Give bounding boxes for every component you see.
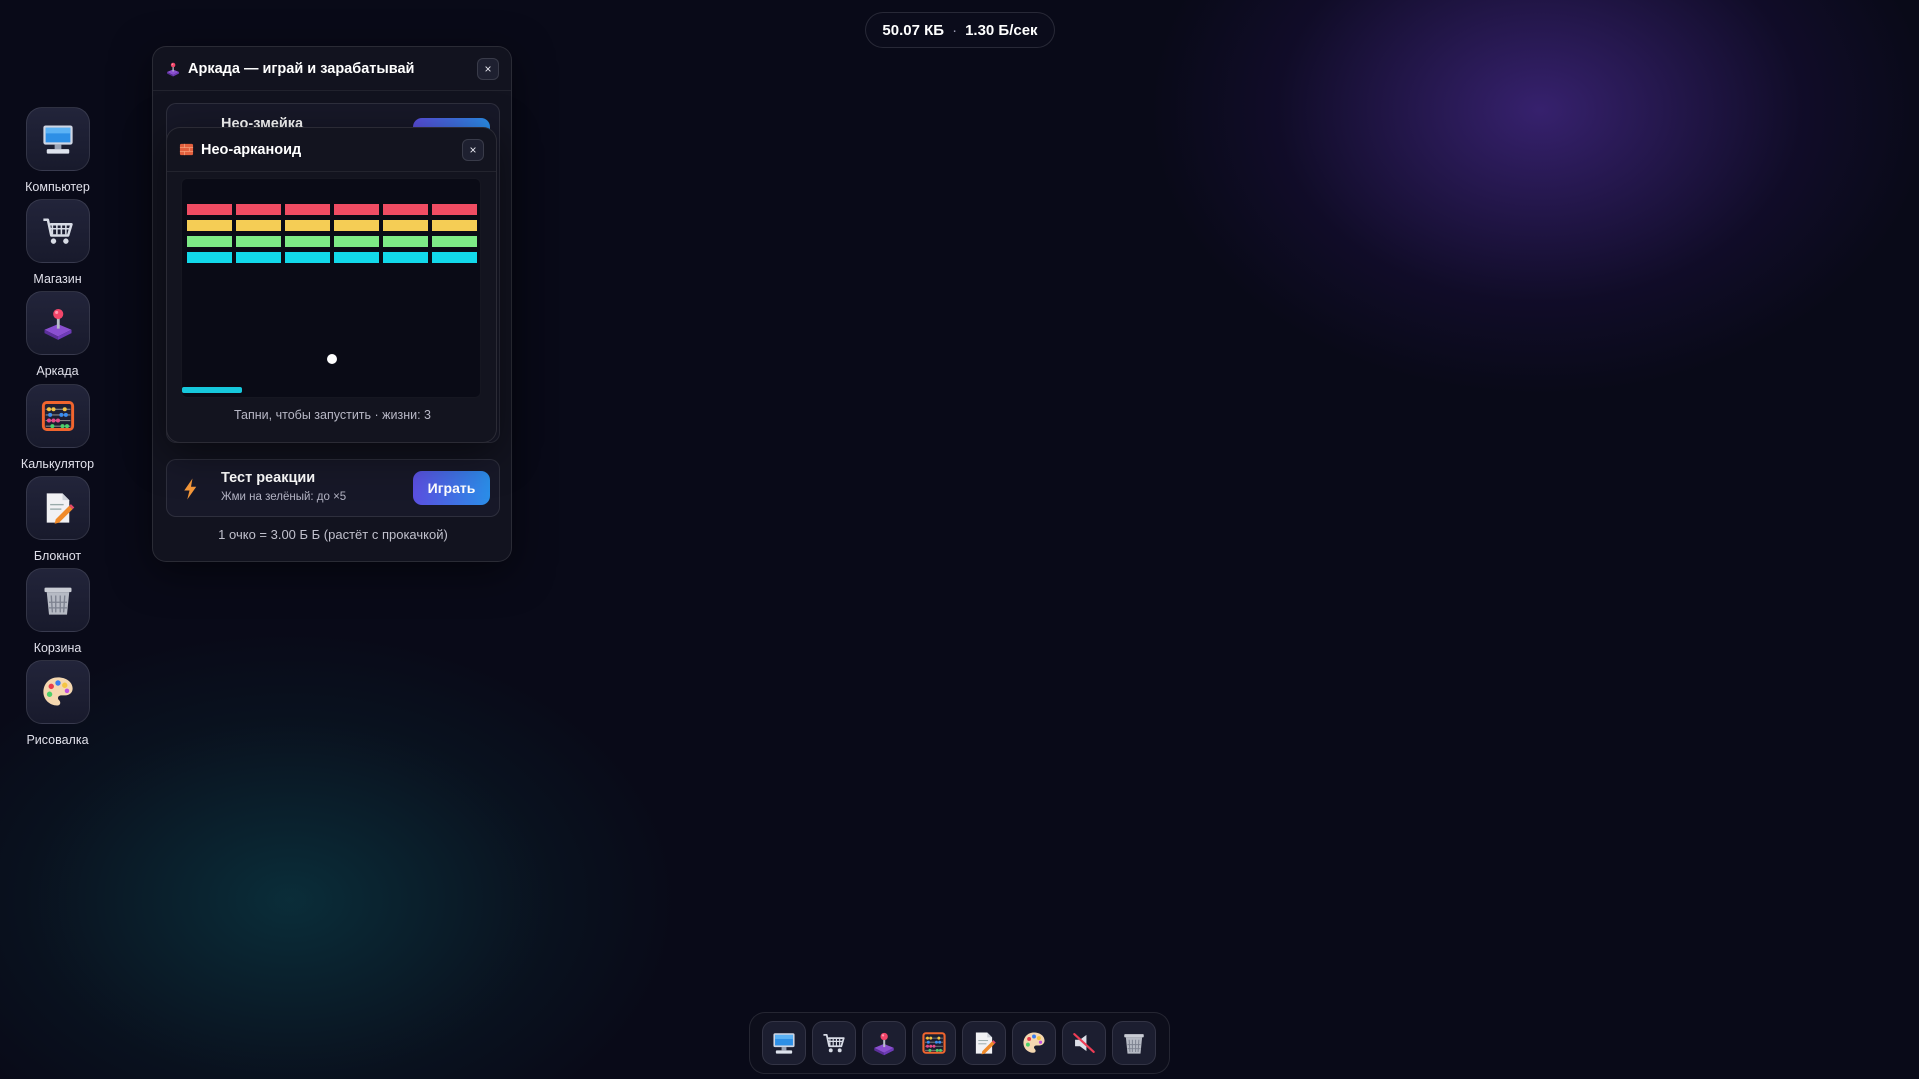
reaction-game-card: Тест реакции Жми на зелёный: до ×5 Играт… [166,459,500,517]
notepad-icon [25,476,90,540]
reaction-game-desc: Жми на зелёный: до ×5 [221,491,347,503]
desktop-icon-paint[interactable]: Рисовалка [10,660,105,747]
joystick-icon [165,61,181,77]
reaction-game-name: Тест реакции [221,470,316,486]
taskbar [749,1012,1170,1074]
brick [383,252,428,263]
brick [285,204,330,215]
arkanoid-window-titlebar[interactable]: Нео-арканоид × [167,128,496,172]
muted-speaker-icon [1071,1030,1097,1056]
palette-icon [1021,1030,1047,1056]
brick [383,220,428,231]
desktop-icon-calculator[interactable]: Калькулятор [10,384,105,471]
shopping-cart-icon [821,1030,847,1056]
arcade-window-titlebar[interactable]: Аркада — играй и зарабатывай × [153,47,511,91]
brick [236,204,281,215]
desktop-icon-label: Калькулятор [20,457,95,471]
brick [187,252,232,263]
desktop-icon-label: Корзина [33,641,82,655]
game-field[interactable] [181,178,481,398]
computer-icon [771,1030,797,1056]
reaction-play-button[interactable]: Играть [413,471,490,505]
taskbar-shop-button[interactable] [812,1021,856,1065]
arcade-close-button[interactable]: × [477,57,499,80]
arkanoid-window: Нео-арканоид × Тапни, чтобы запустить · … [166,127,497,443]
brick [432,252,477,263]
desktop-icon-shop[interactable]: Магазин [10,199,105,286]
storage-amount: 50.07 КБ [882,21,945,39]
game-hint: Тапни, чтобы запустить · жизни: 3 [233,408,431,422]
taskbar-sound-toggle[interactable] [1062,1021,1106,1065]
desktop-icon-label: Компьютер [25,180,90,194]
taskbar-calculator-button[interactable] [912,1021,956,1065]
arkanoid-close-button[interactable]: × [462,138,484,161]
ball [327,354,337,364]
palette-icon [25,660,90,724]
brick [334,204,379,215]
brick [334,236,379,247]
joystick-icon [25,291,90,355]
brick [236,236,281,247]
brick [187,220,232,231]
brick [432,220,477,231]
desktop-icon-arcade[interactable]: Аркада [10,291,105,378]
brick [334,220,379,231]
taskbar-computer-button[interactable] [762,1021,806,1065]
arkanoid-window-title: Нео-арканоид [201,141,302,158]
points-rate-note: 1 очко = 3.00 Б Б (растёт с прокачкой) [218,527,448,542]
status-separator: · [952,21,958,39]
trash-icon [25,568,90,632]
brick [187,236,232,247]
shopping-cart-icon [25,199,90,263]
brick [285,220,330,231]
income-rate: 1.30 Б/сек [965,21,1038,39]
brick [383,236,428,247]
taskbar-arcade-button[interactable] [862,1021,906,1065]
abacus-icon [921,1030,947,1056]
desktop-icon-notepad[interactable]: Блокнот [10,476,105,563]
taskbar-paint-button[interactable] [1012,1021,1056,1065]
brick [285,236,330,247]
brick [383,204,428,215]
brick [432,236,477,247]
lightning-icon [179,475,203,503]
joystick-icon [871,1030,897,1056]
arcade-window-title: Аркада — играй и зарабатывай [188,60,415,77]
brick [334,252,379,263]
desktop-icon-trash[interactable]: Корзина [10,568,105,655]
desktop-icon-computer[interactable]: Компьютер [10,107,105,194]
brick [236,220,281,231]
trash-icon [1121,1030,1147,1056]
abacus-icon [25,384,90,448]
desktop-icon-label: Аркада [36,364,79,378]
computer-icon [25,107,90,171]
desktop-icon-label: Рисовалка [26,733,89,747]
desktop-icon-label: Блокнот [33,549,82,563]
brick [187,204,232,215]
balance-status-pill: 50.07 КБ · 1.30 Б/сек [865,12,1055,48]
paddle[interactable] [182,387,242,393]
notepad-icon [971,1030,997,1056]
brick [285,252,330,263]
brick-icon [179,142,194,157]
taskbar-trash-button[interactable] [1112,1021,1156,1065]
taskbar-notepad-button[interactable] [962,1021,1006,1065]
brick [236,252,281,263]
brick [432,204,477,215]
desktop-icon-label: Магазин [33,272,82,286]
